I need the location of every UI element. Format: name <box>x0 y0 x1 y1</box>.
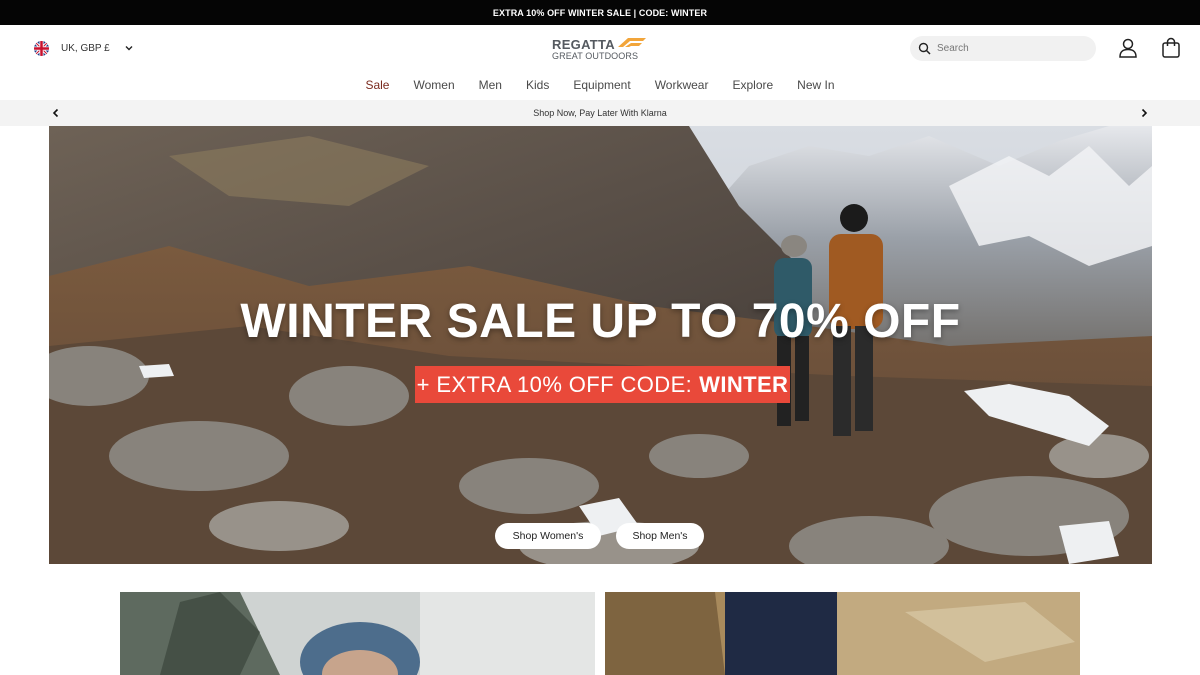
search-icon <box>918 42 931 55</box>
klarna-banner: Shop Now, Pay Later With Klarna <box>0 100 1200 126</box>
logo-wordmark: REGATTA <box>552 37 615 52</box>
tile-photo-hooded-person <box>120 592 595 675</box>
search-box[interactable] <box>910 36 1096 61</box>
main-nav: Sale Women Men Kids Equipment Workwear E… <box>0 77 1200 95</box>
tile-photo-hiker-legs <box>605 592 1080 675</box>
klarna-text[interactable]: Shop Now, Pay Later With Klarna <box>533 108 667 118</box>
regatta-logo[interactable]: REGATTA GREAT OUTDOORS <box>552 35 648 63</box>
logo-tagline: GREAT OUTDOORS <box>552 51 639 61</box>
category-tile-right[interactable] <box>605 592 1080 675</box>
locale-selector[interactable]: UK, GBP £ <box>34 40 134 56</box>
search-input[interactable] <box>937 43 1087 54</box>
nav-item-sale[interactable]: Sale <box>353 77 401 95</box>
locale-label: UK, GBP £ <box>61 42 110 54</box>
nav-item-equipment[interactable]: Equipment <box>561 77 642 95</box>
nav-item-new-in[interactable]: New In <box>785 77 846 95</box>
nav-item-workwear[interactable]: Workwear <box>643 77 721 95</box>
category-tile-left[interactable] <box>120 592 595 675</box>
nav-item-women[interactable]: Women <box>401 77 466 95</box>
hero-banner[interactable]: WINTER SALE UP TO 70% OFF + EXTRA 10% OF… <box>49 126 1152 564</box>
hero-title: WINTER SALE UP TO 70% OFF <box>240 295 961 348</box>
promo-text: EXTRA 10% OFF WINTER SALE | CODE: WINTER <box>492 7 708 18</box>
nav-item-explore[interactable]: Explore <box>720 77 785 95</box>
promo-code-prefix: + EXTRA 10% OFF CODE: <box>416 371 693 397</box>
chevron-left-icon[interactable] <box>50 107 62 119</box>
promo-bar: EXTRA 10% OFF WINTER SALE | CODE: WINTER <box>0 0 1200 25</box>
shop-womens-button[interactable]: Shop Women's <box>495 523 601 549</box>
uk-flag-icon <box>34 40 49 56</box>
account-icon[interactable] <box>1117 37 1139 59</box>
nav-item-men[interactable]: Men <box>467 77 514 95</box>
promo-code-value: WINTER <box>699 371 789 397</box>
nav-item-kids[interactable]: Kids <box>514 77 561 95</box>
promo-code-badge: + EXTRA 10% OFF CODE: WINTER <box>415 366 790 403</box>
bag-icon[interactable] <box>1160 37 1182 59</box>
logo-swoosh-icon <box>618 38 646 47</box>
shop-mens-button[interactable]: Shop Men's <box>616 523 704 549</box>
chevron-right-icon[interactable] <box>1138 107 1150 119</box>
site-header: UK, GBP £ REGATTA GREAT OUTDOORS Sale Wo… <box>0 25 1200 100</box>
chevron-down-icon <box>125 46 133 51</box>
